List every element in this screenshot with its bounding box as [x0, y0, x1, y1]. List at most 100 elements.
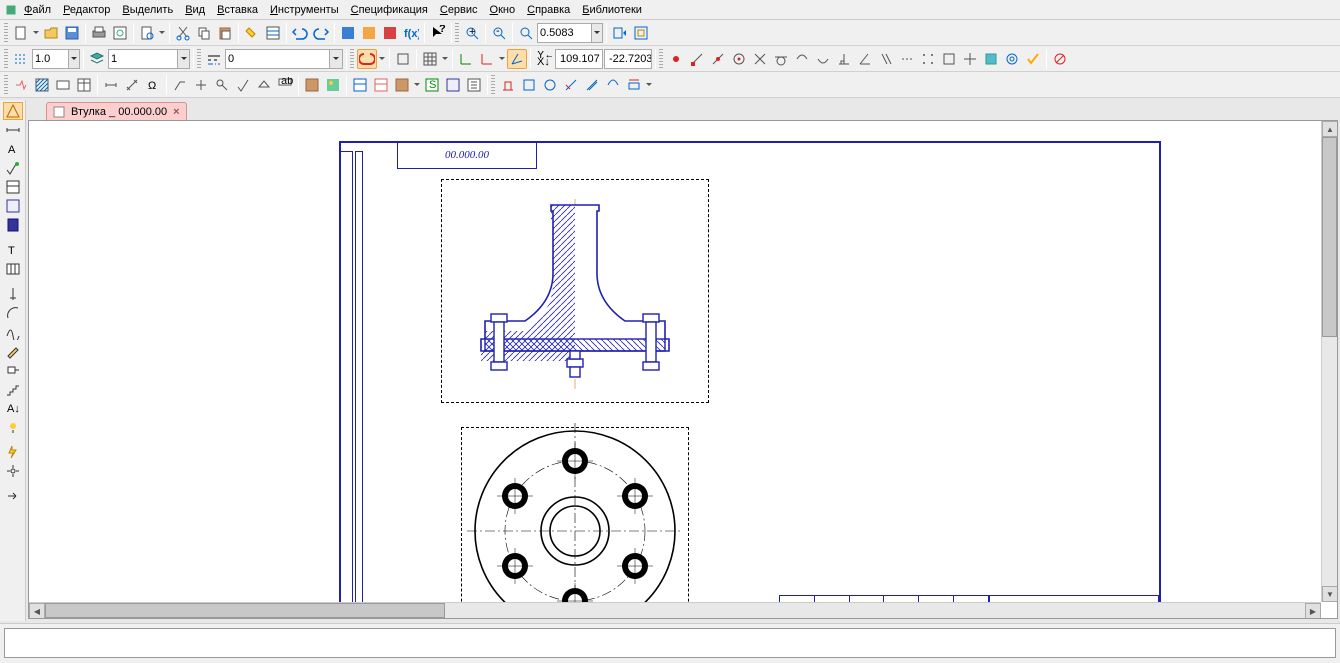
ins-frag-button[interactable]	[302, 75, 322, 95]
ins-break-button[interactable]	[11, 75, 31, 95]
doc-dropdown[interactable]	[158, 23, 166, 43]
ins-view-button[interactable]	[53, 75, 73, 95]
par3-button[interactable]	[540, 75, 560, 95]
layer-dropdown[interactable]	[177, 50, 189, 68]
lib3-button[interactable]	[380, 23, 400, 43]
snap-ext-button[interactable]	[897, 49, 917, 69]
lib1-button[interactable]	[338, 23, 358, 43]
ortho-button[interactable]	[393, 49, 413, 69]
par-dropdown[interactable]	[645, 75, 653, 95]
menu-editor[interactable]: Редактор	[57, 2, 116, 18]
ins-bmp-button[interactable]	[323, 75, 343, 95]
spec3-button[interactable]	[392, 75, 412, 95]
scroll-down-button[interactable]: ▼	[1322, 586, 1338, 602]
ins-txtnote-button[interactable]: abc	[275, 75, 295, 95]
print-button[interactable]	[89, 23, 109, 43]
grip[interactable]	[659, 49, 663, 69]
zoom-combo[interactable]	[537, 23, 603, 43]
snap-dropdown[interactable]	[378, 49, 386, 69]
menu-service[interactable]: Сервис	[434, 2, 484, 18]
lt-rough-icon[interactable]	[3, 159, 23, 177]
snap-perp-button[interactable]	[834, 49, 854, 69]
grip[interactable]	[4, 75, 8, 95]
snap-near-button[interactable]	[813, 49, 833, 69]
scroll-thumb-v[interactable]	[1322, 137, 1337, 337]
zoom-scale-button[interactable]	[516, 23, 536, 43]
scrollbar-horizontal[interactable]: ◀ ▶	[29, 602, 1321, 618]
lib2-button[interactable]	[359, 23, 379, 43]
spec6-button[interactable]	[464, 75, 484, 95]
document-tab[interactable]: Втулка _ 00.000.00 ×	[46, 102, 187, 120]
lcs1-button[interactable]	[456, 49, 476, 69]
snap-tgt-button[interactable]	[1002, 49, 1022, 69]
command-line[interactable]	[4, 628, 1336, 658]
snap-off-button[interactable]	[1050, 49, 1070, 69]
line-style-button[interactable]	[11, 49, 31, 69]
menu-spec[interactable]: Спецификация	[345, 2, 434, 18]
lt-light-icon[interactable]	[3, 418, 23, 436]
par2-button[interactable]	[519, 75, 539, 95]
lt-tag-icon[interactable]	[3, 361, 23, 379]
lt-center-icon[interactable]	[3, 462, 23, 480]
grid-dropdown[interactable]	[441, 49, 449, 69]
ins-omega-button[interactable]: Ω	[143, 75, 163, 95]
snap-grid2-button[interactable]	[918, 49, 938, 69]
lt-assoc-icon[interactable]: A↓	[3, 399, 23, 417]
menu-tools[interactable]: Инструменты	[264, 2, 345, 18]
grip[interactable]	[197, 49, 201, 69]
lt-text-icon[interactable]: A	[3, 140, 23, 158]
lcs-dropdown[interactable]	[498, 49, 506, 69]
format-paint-button[interactable]	[242, 23, 262, 43]
spec3-dropdown[interactable]	[413, 75, 421, 95]
snap-button[interactable]	[357, 49, 377, 69]
menu-select[interactable]: Выделить	[116, 2, 179, 18]
snap-intersect-button[interactable]	[750, 49, 770, 69]
lt-arc-icon[interactable]	[3, 304, 23, 322]
snap-ang-button[interactable]	[855, 49, 875, 69]
scrollbar-vertical[interactable]: ▲ ▼	[1321, 121, 1337, 602]
ins-rough-button[interactable]	[233, 75, 253, 95]
menu-window[interactable]: Окно	[484, 2, 522, 18]
layer-combo[interactable]	[108, 49, 190, 69]
ins-dim2-button[interactable]	[122, 75, 142, 95]
linetype-input[interactable]	[226, 51, 329, 67]
line-weight-combo[interactable]	[32, 49, 80, 69]
linetype-dropdown[interactable]	[329, 50, 342, 68]
ins-dim-button[interactable]	[101, 75, 121, 95]
layer-input[interactable]	[109, 51, 177, 67]
lt-dim-icon[interactable]	[3, 121, 23, 139]
lt-vert-icon[interactable]	[3, 285, 23, 303]
ins-hatch-button[interactable]	[32, 75, 52, 95]
grip[interactable]	[4, 23, 8, 43]
lt-bolt-icon[interactable]	[3, 443, 23, 461]
spec1-button[interactable]	[350, 75, 370, 95]
lt-spec-icon[interactable]	[3, 178, 23, 196]
preview-button[interactable]	[110, 23, 130, 43]
copy-button[interactable]	[194, 23, 214, 43]
spec4-button[interactable]: S	[422, 75, 442, 95]
scroll-thumb-h[interactable]	[45, 603, 445, 618]
lt-spline-icon[interactable]	[3, 323, 23, 341]
zoom-input[interactable]	[538, 25, 591, 41]
zoom-dropdown[interactable]	[591, 24, 603, 42]
lt-doc-icon[interactable]	[3, 216, 23, 234]
ins-ld1-button[interactable]	[170, 75, 190, 95]
zoom-fit-button[interactable]	[631, 23, 651, 43]
redo-button[interactable]	[311, 23, 331, 43]
linetype-icon[interactable]	[204, 49, 224, 69]
spec2-button[interactable]	[371, 75, 391, 95]
zoom-out-button[interactable]: -	[489, 23, 509, 43]
snap-par-button[interactable]	[876, 49, 896, 69]
menu-file[interactable]: Файл	[18, 2, 57, 18]
paste-button[interactable]	[215, 23, 235, 43]
grip[interactable]	[350, 49, 354, 69]
fx-button[interactable]: f(x)	[401, 23, 421, 43]
spec5-button[interactable]	[443, 75, 463, 95]
help-pointer-button[interactable]: ?	[428, 23, 448, 43]
lt-text2-icon[interactable]: T	[3, 241, 23, 259]
grip[interactable]	[455, 23, 459, 43]
par4-button[interactable]	[561, 75, 581, 95]
menu-insert[interactable]: Вставка	[211, 2, 264, 18]
lt-stair-icon[interactable]	[3, 380, 23, 398]
snap-norm-button[interactable]	[792, 49, 812, 69]
